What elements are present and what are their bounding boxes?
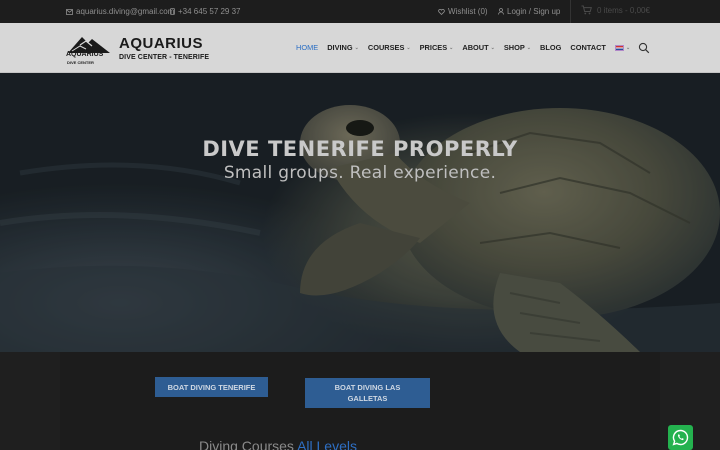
- wishlist-link[interactable]: Wishlist (0): [438, 7, 488, 16]
- email-link[interactable]: aquarius.diving@gmail.com: [66, 7, 174, 16]
- wishlist-text: Wishlist (0): [448, 7, 488, 16]
- phone-link[interactable]: +34 645 57 29 37: [170, 7, 241, 16]
- hero-banner: DIVE TENERIFE PROPERLY Small groups. Rea…: [0, 73, 720, 352]
- topbar-divider: [570, 0, 571, 23]
- nav-item-prices[interactable]: PRICES ⌄: [420, 43, 454, 52]
- login-text: Login / Sign up: [507, 7, 561, 16]
- nav-item-about[interactable]: ABOUT ⌄: [462, 43, 494, 52]
- nav-label: CONTACT: [570, 43, 606, 52]
- nav-label: HOME: [296, 43, 319, 52]
- cart-link[interactable]: 0 items - 0,00€: [581, 5, 650, 15]
- logo-mark-subtext: DIVE CENTER: [67, 60, 94, 65]
- chevron-down-icon: ⌄: [526, 44, 531, 51]
- chevron-down-icon: ⌄: [406, 44, 411, 51]
- logo-name: AQUARIUS: [119, 35, 204, 52]
- login-link[interactable]: Login / Sign up: [498, 7, 560, 16]
- hero-subtitle: Small groups. Real experience.: [223, 163, 497, 183]
- cart-icon: [581, 5, 592, 15]
- nav-item-courses[interactable]: COURSES ⌄: [368, 43, 411, 52]
- phone-text: +34 645 57 29 37: [178, 7, 241, 16]
- nav-label: PRICES: [419, 43, 448, 52]
- nav-label: COURSES: [367, 43, 405, 52]
- courses-heading-accent: All Levels: [297, 438, 357, 450]
- courses-heading-main: Diving Courses: [199, 438, 294, 450]
- content-section: BOAT DIVING TENERIFE BOAT DIVING LAS GAL…: [0, 352, 720, 450]
- site-logo[interactable]: AQUARIUS DIVE CENTER AQUARIUS DIVE CENTE…: [66, 31, 210, 67]
- nav-item-diving[interactable]: DIVING ⌄: [327, 43, 359, 52]
- main-nav: HOME DIVING ⌄ COURSES ⌄ PRICES ⌄ ABOUT ⌄ SHO…: [296, 43, 639, 52]
- language-selector[interactable]: ⌄: [614, 44, 631, 51]
- hero-title: DIVE TENERIFE PROPERLY: [202, 137, 518, 161]
- top-bar: aquarius.diving@gmail.com +34 645 57 29 …: [0, 0, 720, 23]
- chevron-down-icon: ⌄: [625, 44, 631, 51]
- nav-label: DIVING: [327, 43, 353, 52]
- nav-label: BLOG: [540, 43, 562, 52]
- chevron-down-icon: ⌄: [490, 44, 495, 51]
- cart-summary: 0 items - 0,00€: [597, 5, 650, 15]
- whatsapp-button[interactable]: [668, 425, 693, 450]
- site-header: AQUARIUS DIVE CENTER AQUARIUS DIVE CENTE…: [0, 23, 720, 73]
- nav-item-shop[interactable]: SHOP ⌄: [504, 43, 531, 52]
- nav-item-contact[interactable]: CONTACT: [570, 43, 606, 52]
- logo-subtitle: DIVE CENTER - TENERIFE: [119, 54, 210, 61]
- envelope-icon: [66, 8, 73, 15]
- search-icon[interactable]: [638, 42, 650, 54]
- whatsapp-icon: [672, 429, 689, 446]
- courses-heading: Diving Courses All Levels: [199, 438, 357, 450]
- nav-item-home[interactable]: HOME: [296, 43, 318, 52]
- chevron-down-icon: ⌄: [449, 44, 454, 51]
- heart-icon: [438, 8, 445, 15]
- sea-turtle-image: [0, 73, 720, 352]
- boat-diving-las-galletas-button[interactable]: BOAT DIVING LAS GALLETAS: [305, 378, 430, 408]
- nav-label: SHOP: [503, 43, 525, 52]
- nav-item-blog[interactable]: BLOG: [540, 43, 561, 52]
- nav-label: ABOUT: [462, 43, 489, 52]
- user-icon: [498, 8, 504, 15]
- email-text: aquarius.diving@gmail.com: [76, 7, 175, 16]
- uk-flag-icon: [614, 44, 624, 51]
- chevron-down-icon: ⌄: [354, 44, 359, 51]
- boat-diving-tenerife-button[interactable]: BOAT DIVING TENERIFE: [155, 377, 268, 397]
- logo-mark-text: AQUARIUS: [66, 51, 104, 58]
- phone-icon: [170, 8, 175, 15]
